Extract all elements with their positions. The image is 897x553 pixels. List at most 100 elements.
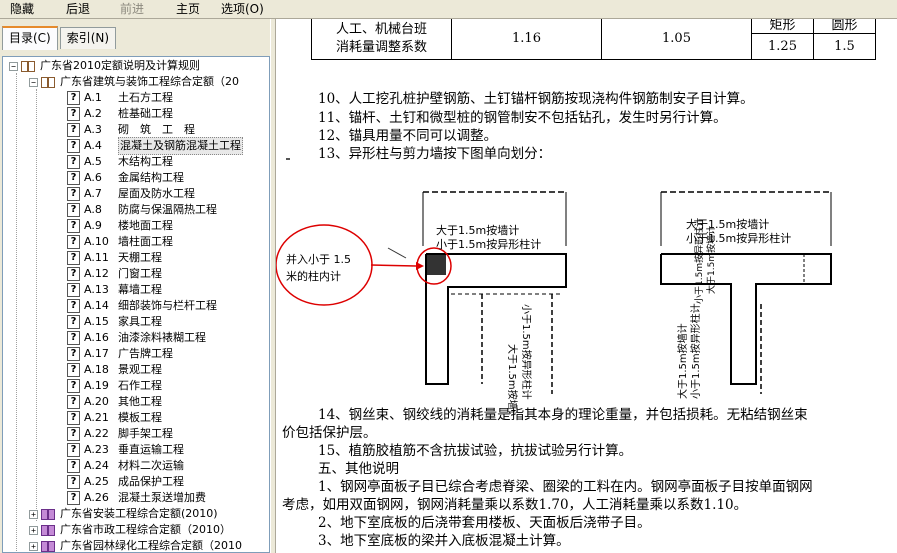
help-page-icon: ?: [67, 187, 80, 201]
paragraph: 13、异形柱与剪力墙按下图单向划分：: [318, 146, 552, 162]
tree-item-a3[interactable]: ? A.3 砌 筑 工 程: [67, 122, 195, 138]
collapse-icon[interactable]: −: [9, 61, 18, 71]
tree-item-a25[interactable]: ? A.25 成品保护工程: [67, 474, 184, 490]
help-page-icon: ?: [67, 347, 80, 361]
navigation-pane: 目录(C) 索引(N) − 广东省2010定额说明及计算规则 − 广东省建筑与装…: [0, 19, 270, 553]
leader-line: [387, 247, 407, 259]
callout-text: 米的柱内计: [286, 269, 341, 283]
tree-item-a8[interactable]: ? A.8 防腐与保温隔热工程: [67, 202, 217, 218]
tree-item-a12[interactable]: ? A.12 门窗工程: [67, 266, 162, 282]
help-page-icon: ?: [67, 427, 80, 441]
figure-label: 大于1.5m按墙计: [436, 223, 519, 237]
contents-tree[interactable]: − 广东省2010定额说明及计算规则 − 广东省建筑与装饰工程综合定额（20 ?…: [2, 56, 270, 553]
book-icon: [41, 508, 57, 521]
table-cell-value: 1.5: [813, 33, 876, 60]
shape-division-figure: 并入小于 1.5 米的柱内计 大于1.5m按墙计 小于1.5m按异形柱计 大于1…: [276, 191, 832, 414]
tree-node-installation[interactable]: + 广东省安装工程综合定额(2010): [29, 506, 218, 522]
tree-item-a16[interactable]: ? A.16 油漆涂料裱糊工程: [67, 330, 206, 346]
tree-item-a13[interactable]: ? A.13 幕墙工程: [67, 282, 162, 298]
tree-item-a17[interactable]: ? A.17 广告牌工程: [67, 346, 173, 362]
tree-item-a23[interactable]: ? A.23 垂直运输工程: [67, 442, 184, 458]
tab-index[interactable]: 索引(N): [59, 27, 117, 49]
table-cell-value: 1.05: [601, 19, 752, 60]
callout-arrow: [370, 264, 417, 267]
figure-label-vertical: 小于1.5m按异形柱计: [689, 303, 702, 399]
tree-item-a10[interactable]: ? A.10 墙柱面工程: [67, 234, 173, 250]
tree-item-a14[interactable]: ? A.14 细部装饰与栏杆工程: [67, 298, 217, 314]
tree-item-a7[interactable]: ? A.7 屋面及防水工程: [67, 186, 195, 202]
help-page-icon: ?: [67, 251, 80, 265]
figure-label: 小于1.5m按异形柱计: [436, 237, 541, 251]
tree-item-a5[interactable]: ? A.5 木结构工程: [67, 154, 173, 170]
options-button[interactable]: 选项(O): [219, 1, 266, 18]
tree-node-label: 广东省2010定额说明及计算规则: [40, 59, 200, 72]
tree-item-a2[interactable]: ? A.2 桩基础工程: [67, 106, 173, 122]
forward-button[interactable]: 前进: [118, 1, 146, 18]
figure-label-vertical: 大于1.5m按墙计: [676, 323, 689, 399]
tree-node-landscape[interactable]: + 广东省园林绿化工程综合定额（2010: [29, 538, 242, 552]
document-view: 人工、机械台班 消耗量调整系数 1.16 1.05 矩形 圆形 1.25 1.5…: [276, 19, 897, 553]
tree-line: [36, 89, 37, 521]
tree-item-a21[interactable]: ? A.21 模板工程: [67, 410, 162, 426]
back-button[interactable]: 后退: [64, 1, 92, 18]
tree-item-a11[interactable]: ? A.11 天棚工程: [67, 250, 162, 266]
help-page-icon: ?: [67, 331, 80, 345]
tree-item-a15[interactable]: ? A.15 家具工程: [67, 314, 162, 330]
expand-icon[interactable]: +: [29, 541, 38, 551]
tree-item-a9[interactable]: ? A.9 楼地面工程: [67, 218, 173, 234]
help-page-icon: ?: [67, 139, 80, 153]
paragraph: 12、锚具用量不同可以调整。: [318, 128, 498, 144]
help-page-icon: ?: [67, 443, 80, 457]
help-page-icon: ?: [67, 91, 80, 105]
table-cell-value: 1.25: [751, 33, 814, 60]
left-t-shape: [422, 191, 567, 394]
hide-button[interactable]: 隐藏: [8, 1, 36, 18]
figure-label-vertical: 大于1.5m按墙计: [506, 344, 519, 414]
section-heading: 五、其他说明: [318, 461, 399, 477]
tree-item-a19[interactable]: ? A.19 石作工程: [67, 378, 162, 394]
paragraph: 3、地下室底板的梁并入底板混凝土计算。: [318, 533, 570, 549]
help-page-icon: ?: [67, 411, 80, 425]
figure-label-vertical: 大于1.5m按墙计: [705, 226, 717, 294]
tree-item-a20[interactable]: ? A.20 其他工程: [67, 394, 162, 410]
help-page-icon: ?: [67, 107, 80, 121]
adjustment-factor-table: 人工、机械台班 消耗量调整系数 1.16 1.05 矩形 圆形 1.25 1.5: [311, 19, 876, 60]
figure-label-vertical: 小于1.5m按异形柱计: [520, 304, 533, 400]
tree-node-label: 广东省建筑与装饰工程综合定额（20: [60, 75, 239, 88]
expand-icon[interactable]: +: [29, 525, 38, 535]
tree-item-a6[interactable]: ? A.6 金属结构工程: [67, 170, 184, 186]
table-cell-label: 人工、机械台班 消耗量调整系数: [311, 19, 452, 60]
book-icon: [41, 524, 57, 537]
arrowhead: [416, 262, 424, 270]
tree-item-a22[interactable]: ? A.22 脚手架工程: [67, 426, 173, 442]
help-page-icon: ?: [67, 203, 80, 217]
tree-item-a24[interactable]: ? A.24 材料二次运输: [67, 458, 184, 474]
home-button[interactable]: 主页: [174, 1, 202, 18]
shaded-column-block: [427, 255, 446, 275]
tree-node-root[interactable]: − 广东省2010定额说明及计算规则: [9, 58, 200, 74]
table-header-cell: 矩形: [751, 19, 814, 34]
help-page-icon: ?: [67, 491, 80, 505]
help-page-icon: ?: [67, 171, 80, 185]
help-page-icon: ?: [67, 123, 80, 137]
tree-item-a1[interactable]: ? A.1 土石方工程: [67, 90, 173, 106]
expand-icon[interactable]: +: [29, 509, 38, 519]
help-page-icon: ?: [67, 395, 80, 409]
tab-contents[interactable]: 目录(C): [2, 26, 58, 50]
tree-node-municipal[interactable]: + 广东省市政工程综合定额（2010）: [29, 522, 231, 538]
collapse-icon[interactable]: −: [29, 77, 38, 87]
help-page-icon: ?: [67, 459, 80, 473]
tree-node-building[interactable]: − 广东省建筑与装饰工程综合定额（20: [29, 74, 239, 90]
help-page-icon: ?: [67, 155, 80, 169]
table-cell-value: 1.16: [451, 19, 602, 60]
tree-item-a18[interactable]: ? A.18 景观工程: [67, 362, 162, 378]
paragraph: 考虑，如用双面钢网，钢网消耗量乘以系数1.70，人工消耗量乘以系数1.10。: [282, 497, 748, 513]
open-book-icon: [41, 76, 57, 89]
tree-item-a4[interactable]: ? A.4 混凝土及钢筋混凝土工程: [67, 137, 243, 155]
toolbar: 隐藏 后退 前进 主页 选项(O): [0, 0, 897, 19]
help-page-icon: ?: [67, 267, 80, 281]
help-page-icon: ?: [67, 283, 80, 297]
tree-item-a26[interactable]: ? A.26 混凝土泵送增加费: [67, 490, 206, 506]
figure-label-vertical: 小于1.5m按异形柱计: [693, 218, 705, 304]
callout-text: 并入小于 1.5: [286, 252, 351, 266]
